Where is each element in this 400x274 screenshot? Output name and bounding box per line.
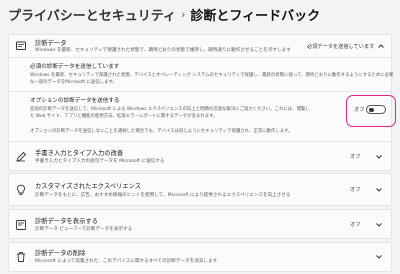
breadcrumb-separator: › bbox=[180, 7, 186, 21]
optional-data-toggle-label: オフ bbox=[354, 107, 365, 113]
diagnostic-icon bbox=[16, 41, 26, 50]
document-search-icon bbox=[16, 220, 26, 230]
tailored-experiences-status: オフ bbox=[350, 187, 361, 193]
optional-data-toggle[interactable] bbox=[366, 105, 386, 114]
chevron-down-icon[interactable] bbox=[375, 153, 383, 161]
diagnostic-data-desc: Windows を最新、セキュリティで保護された状態で、期待どおりの状態で維持し… bbox=[35, 48, 291, 53]
tailored-experiences-card[interactable]: カスタマイズされたエクスペリエンス 診断データをもとに、広告、おすすめ情報のヒン… bbox=[8, 173, 392, 206]
optional-data-desc-line2: た Web サイト、アプリと機能の使用方法、拡張エラーレポートに関するデータが含… bbox=[30, 114, 218, 119]
tailored-experiences-title: カスタマイズされたエクスペリエンス bbox=[35, 183, 142, 190]
chevron-down-icon[interactable] bbox=[375, 221, 383, 229]
required-data-section: 必須の診断データを送信しています Windows を最新、セキュリティで保護され… bbox=[9, 58, 394, 90]
pen-icon bbox=[16, 151, 27, 162]
optional-data-title: オプションの診断データを送信する bbox=[30, 98, 120, 104]
ink-typing-card[interactable]: 手書き入力とタイプ入力の改善 手書き入力とタイプ入力の語句データを Micros… bbox=[8, 141, 392, 171]
optional-data-desc-line3: オプションの診断データを送信しないことを選択した場合でも、デバイスは同じようにセ… bbox=[30, 129, 293, 134]
breadcrumb-parent[interactable]: プライバシーとセキュリティ bbox=[8, 5, 176, 24]
chevron-down-icon[interactable] bbox=[375, 253, 383, 261]
required-data-desc-line2: な一部のデータをMicrosoft に送信します。 bbox=[30, 80, 117, 85]
view-diagnostic-data-card[interactable]: 診断データを表示する 診断データ ビューアーで診断データを表示する オフ bbox=[8, 209, 392, 239]
view-diagnostic-data-status: オフ bbox=[350, 222, 361, 228]
required-data-desc-line1: Windows を最新、セキュリティで保護された状態、デバイスとオペレーティング… bbox=[30, 73, 394, 78]
diagnostic-data-title: 診断データ bbox=[35, 40, 67, 47]
page-title: 診断とフィードバック bbox=[190, 8, 321, 24]
delete-diagnostic-data-title: 診断データの削除 bbox=[35, 250, 86, 257]
ink-typing-title: 手書き入力とタイプ入力の改善 bbox=[35, 150, 124, 157]
ink-typing-status: オフ bbox=[350, 154, 361, 160]
delete-diagnostic-data-card[interactable]: 診断データの削除 Microsoft によって収集された、このデバイスに関するす… bbox=[8, 242, 392, 272]
breadcrumb: プライバシーとセキュリティ › 診断とフィードバック bbox=[8, 3, 320, 25]
toggle-knob bbox=[369, 107, 374, 112]
tailored-experiences-desc: 診断データをもとに、広告、おすすめ情報のヒントを使用して、Microsoft に… bbox=[35, 193, 291, 198]
optional-data-desc-line1: 追加の診断データを送信して、Microsoft による Windows エクスペ… bbox=[30, 107, 310, 112]
ink-typing-desc: 手書き入力とタイプ入力の語句データを Microsoft に送信する bbox=[35, 159, 165, 164]
trash-icon bbox=[17, 252, 25, 262]
chevron-up-icon[interactable] bbox=[377, 42, 385, 50]
chevron-down-icon[interactable] bbox=[375, 186, 383, 194]
diagnostic-data-status: 必須データを送信しています bbox=[307, 44, 375, 50]
delete-diagnostic-data-desc: Microsoft によって収集された、このデバイスに関するすべての診断データを… bbox=[35, 259, 218, 264]
diagnostic-data-header[interactable]: 診断データ Windows を最新、セキュリティで保護された状態で、期待どおりの… bbox=[9, 35, 391, 57]
view-diagnostic-data-title: 診断データを表示する bbox=[35, 218, 98, 225]
view-diagnostic-data-desc: 診断データ ビューアーで診断データを表示する bbox=[35, 227, 133, 232]
required-data-title: 必須の診断データを送信しています bbox=[30, 64, 120, 70]
lightbulb-icon bbox=[16, 184, 26, 196]
